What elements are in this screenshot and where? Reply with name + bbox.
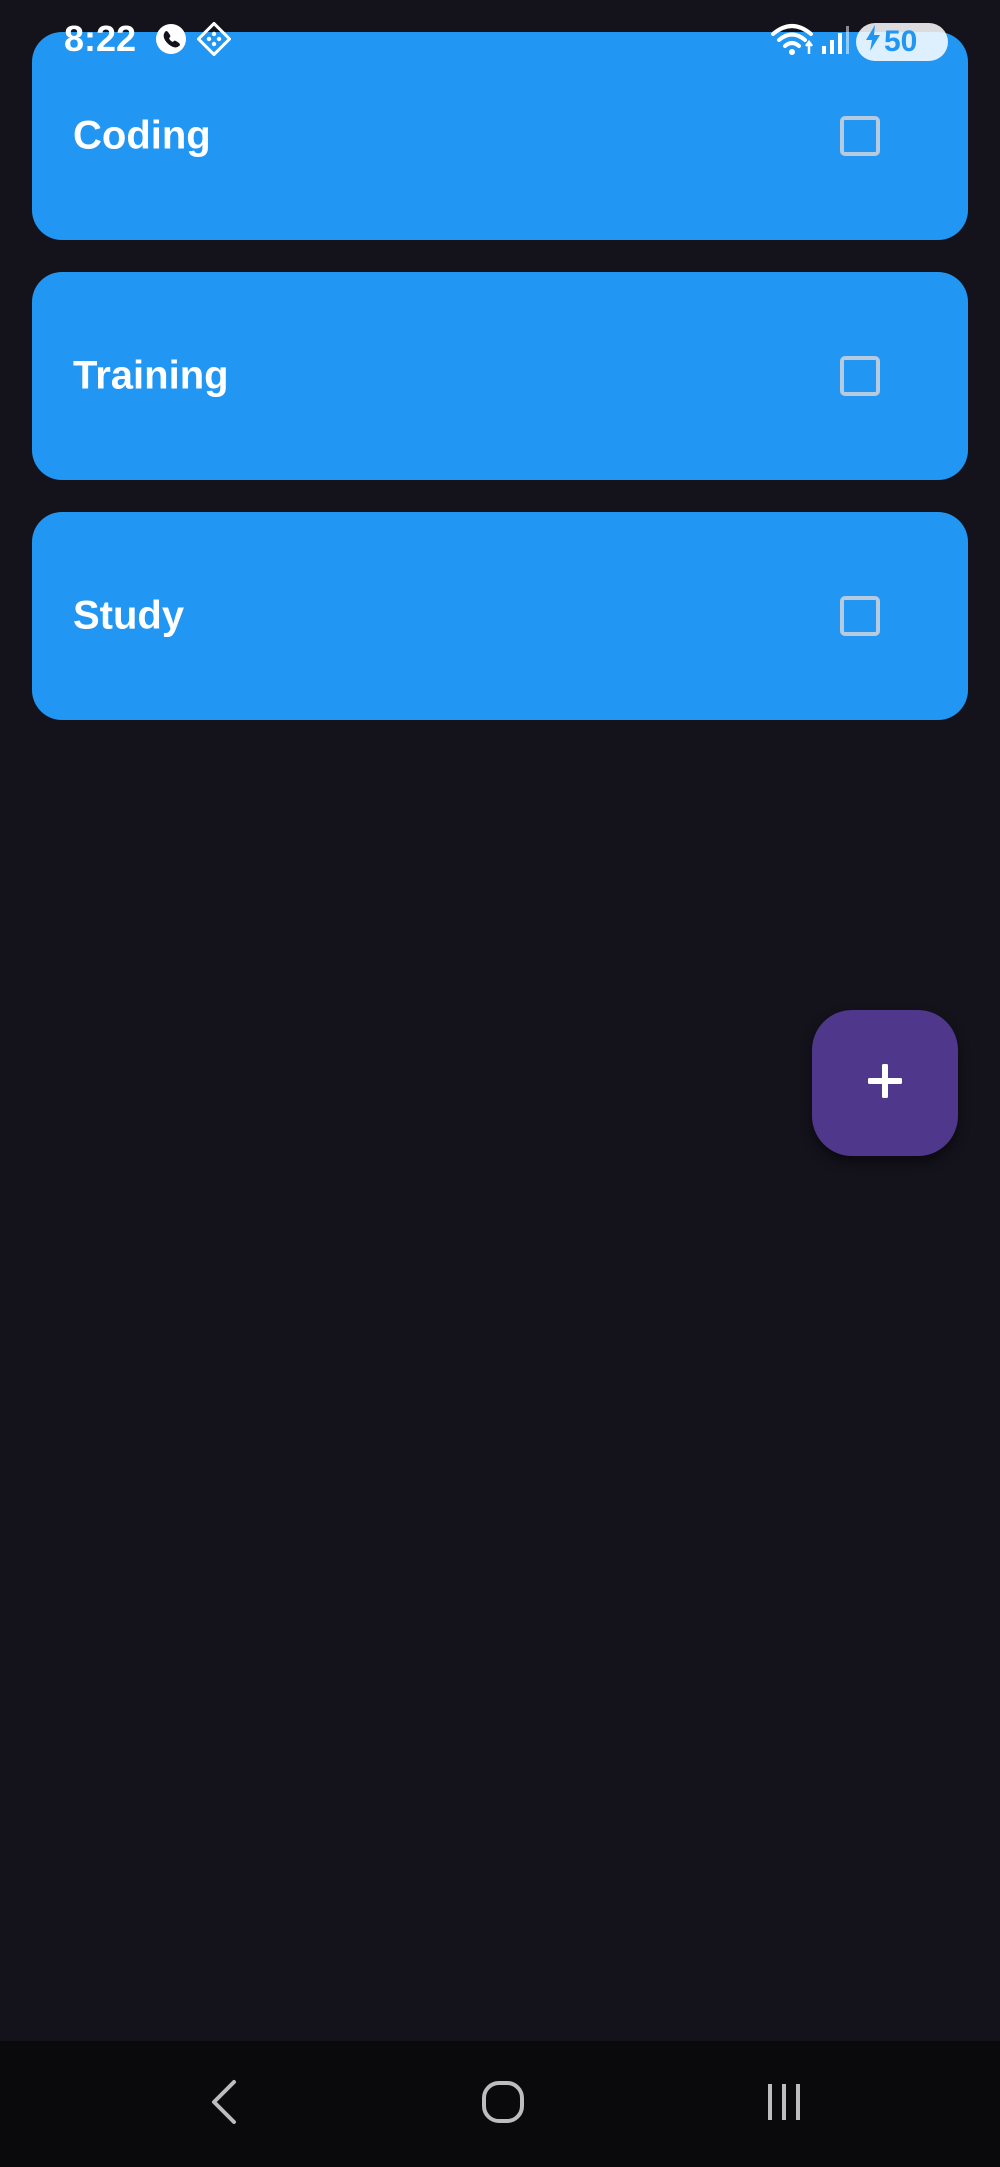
task-title: Training <box>73 353 229 398</box>
status-time: 8:22 <box>64 18 137 59</box>
back-button[interactable] <box>154 2041 294 2167</box>
plus-icon <box>865 1061 905 1106</box>
task-checkbox[interactable] <box>840 596 880 636</box>
battery-level: 50 <box>884 25 918 58</box>
add-task-button[interactable] <box>812 1010 958 1156</box>
call-app-icon <box>154 22 188 61</box>
status-bar: 8:22 50 <box>0 0 1000 84</box>
back-icon <box>206 2078 242 2131</box>
task-title: Study <box>73 593 185 638</box>
task-title: Coding <box>73 113 211 158</box>
status-indicators: 50 <box>770 20 948 64</box>
task-checkbox[interactable] <box>840 356 880 396</box>
recents-icon <box>762 2080 806 2129</box>
task-card-study[interactable]: Study <box>32 512 968 720</box>
home-icon <box>479 2078 527 2131</box>
task-card-training[interactable]: Training <box>32 272 968 480</box>
task-list: Coding Training Study <box>32 32 968 752</box>
navigation-bar <box>0 2041 1000 2167</box>
home-button[interactable] <box>433 2041 573 2167</box>
task-checkbox[interactable] <box>840 116 880 156</box>
signal-icon <box>820 24 850 61</box>
grid-app-icon <box>196 21 232 61</box>
recents-button[interactable] <box>714 2041 854 2167</box>
wifi-icon <box>770 22 814 63</box>
battery-charging-icon <box>864 24 882 60</box>
battery-indicator: 50 <box>856 23 948 61</box>
